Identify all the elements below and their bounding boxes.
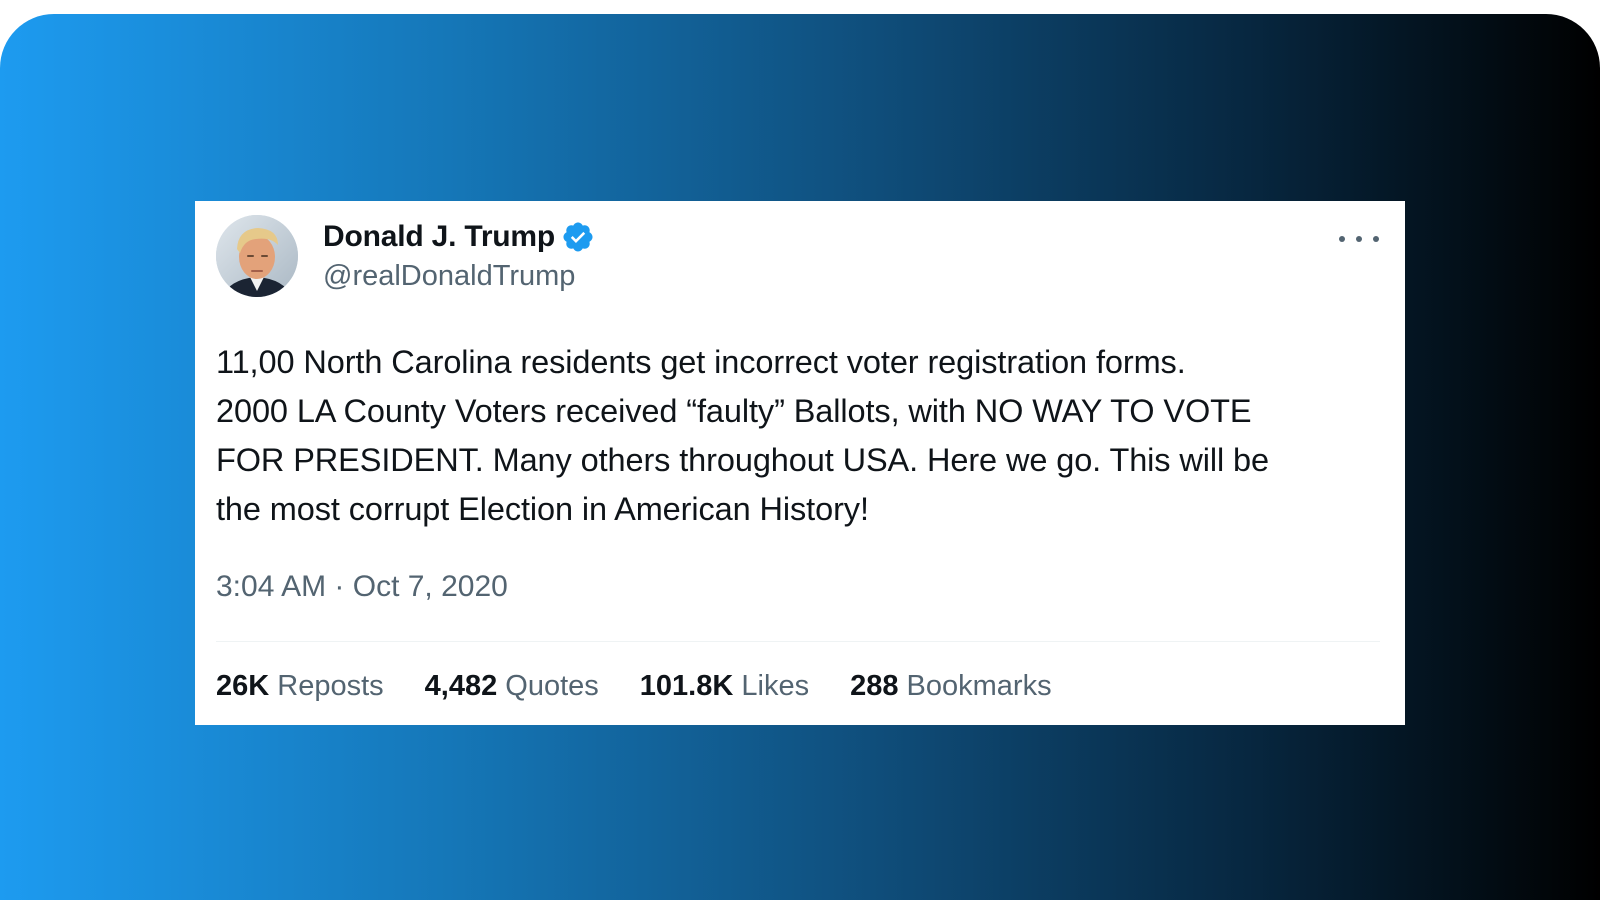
engagement-stats: 26K Reposts 4,482 Quotes 101.8K Likes 28… (216, 670, 1093, 703)
quotes-count: 4,482 (424, 670, 506, 702)
verified-badge-icon (561, 220, 595, 254)
more-options-button[interactable] (1339, 225, 1379, 253)
quotes-label: Quotes (505, 670, 599, 702)
bookmarks-stat[interactable]: 288 Bookmarks (850, 670, 1052, 703)
more-dot (1356, 236, 1362, 242)
gradient-background: Donald J. Trump @realDonaldTrump 11,00 N… (0, 14, 1600, 900)
author-name-row[interactable]: Donald J. Trump (323, 219, 595, 255)
avatar-image (216, 215, 298, 297)
tweet-text-line: 11,00 North Carolina residents get incor… (216, 344, 1186, 380)
reposts-count: 26K (216, 670, 278, 702)
tweet-timestamp[interactable]: 3:04 AM · Oct 7, 2020 (216, 570, 508, 604)
reposts-stat[interactable]: 26K Reposts (216, 670, 384, 703)
divider (216, 641, 1380, 642)
tweet-text-line: FOR PRESIDENT. Many others throughout US… (216, 442, 1269, 478)
more-horizontal-icon (1339, 236, 1345, 242)
more-dot (1373, 236, 1379, 242)
tweet-text: 11,00 North Carolina residents get incor… (216, 338, 1391, 534)
tweet-card[interactable]: Donald J. Trump @realDonaldTrump 11,00 N… (195, 201, 1405, 725)
bookmarks-count: 288 (850, 670, 907, 702)
quotes-stat[interactable]: 4,482 Quotes (425, 670, 599, 703)
likes-label: Likes (741, 670, 810, 702)
bookmarks-label: Bookmarks (906, 670, 1052, 702)
tweet-text-line: the most corrupt Election in American Hi… (216, 491, 869, 527)
author-display-name[interactable]: Donald J. Trump (323, 220, 555, 254)
author-handle[interactable]: @realDonaldTrump (323, 260, 575, 293)
likes-count: 101.8K (639, 670, 742, 702)
tweet-text-line: 2000 LA County Voters received “faulty” … (216, 393, 1252, 429)
avatar[interactable] (216, 215, 298, 297)
likes-stat[interactable]: 101.8K Likes (640, 670, 809, 703)
reposts-label: Reposts (277, 670, 384, 702)
